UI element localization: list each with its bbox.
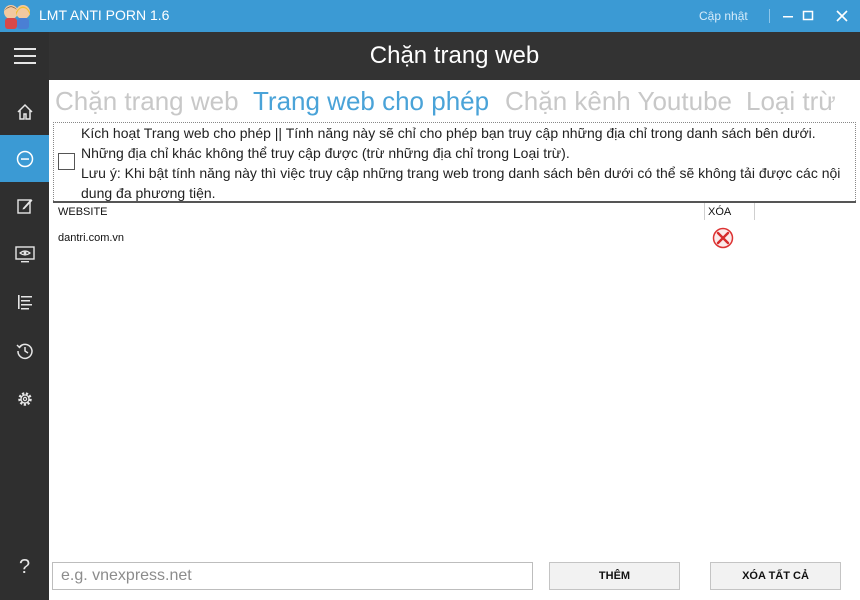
home-icon — [16, 103, 33, 120]
monitor-eye-icon — [14, 245, 35, 262]
tab-block-youtube[interactable]: Chặn kênh Youtube — [505, 86, 732, 117]
sidebar-item-settings[interactable] — [0, 375, 49, 422]
sidebar-item-help[interactable]: ? — [0, 544, 49, 591]
page-title: Chặn trang web — [369, 42, 540, 69]
maximize-icon — [802, 10, 814, 21]
menu-icon — [13, 47, 36, 64]
column-separator — [754, 203, 755, 220]
add-button[interactable]: THÊM — [549, 562, 680, 590]
notice-description: Kích hoạt Trang web cho phép || Tính năn… — [81, 125, 816, 161]
delete-x-icon — [712, 227, 734, 249]
tab-block-web[interactable]: Chặn trang web — [55, 86, 239, 117]
minimize-icon — [783, 16, 793, 18]
help-icon: ? — [18, 556, 31, 578]
sidebar: ? — [0, 32, 49, 600]
title-bar-divider — [769, 9, 770, 23]
list-icon — [17, 294, 32, 309]
enable-notice-text: Kích hoạt Trang web cho phép || Tính năn… — [81, 123, 846, 203]
maximize-button[interactable] — [798, 6, 818, 26]
sidebar-item-block-web[interactable] — [0, 135, 49, 182]
tab-allowed-web[interactable]: Trang web cho phép — [253, 86, 489, 117]
clear-all-button[interactable]: XÓA TẤT CẢ — [710, 562, 841, 590]
block-icon — [16, 150, 33, 167]
delete-row-button[interactable] — [712, 227, 734, 249]
table-divider — [53, 201, 856, 203]
notice-warning: Lưu ý: Khi bật tính năng này thì việc tr… — [81, 165, 841, 201]
sidebar-item-edit[interactable] — [0, 182, 49, 229]
sidebar-item-list[interactable] — [0, 278, 49, 325]
column-header-delete: XÓA — [708, 206, 732, 218]
app-logo-icon — [2, 2, 32, 30]
website-input[interactable] — [52, 562, 533, 590]
column-header-website: WEBSITE — [58, 206, 108, 218]
close-icon — [836, 10, 848, 22]
enable-allowlist-checkbox[interactable] — [58, 153, 75, 170]
update-link[interactable]: Cập nhật — [699, 9, 748, 23]
tab-exclusions[interactable]: Loại trừ — [746, 86, 836, 117]
website-cell: dantri.com.vn — [58, 232, 125, 244]
edit-icon — [16, 198, 32, 214]
sidebar-item-monitor[interactable] — [0, 230, 49, 277]
close-button[interactable] — [832, 6, 852, 26]
page-header: Chặn trang web — [49, 32, 860, 80]
column-separator — [704, 203, 705, 220]
sidebar-item-home[interactable] — [0, 88, 49, 135]
sidebar-menu-toggle[interactable] — [0, 32, 49, 79]
app-title: LMT ANTI PORN 1.6 — [39, 7, 170, 23]
minimize-button[interactable] — [778, 6, 798, 26]
history-icon — [16, 343, 33, 359]
gear-icon — [17, 391, 32, 406]
sidebar-item-history[interactable] — [0, 327, 49, 374]
title-bar: LMT ANTI PORN 1.6 Cập nhật — [0, 0, 860, 32]
